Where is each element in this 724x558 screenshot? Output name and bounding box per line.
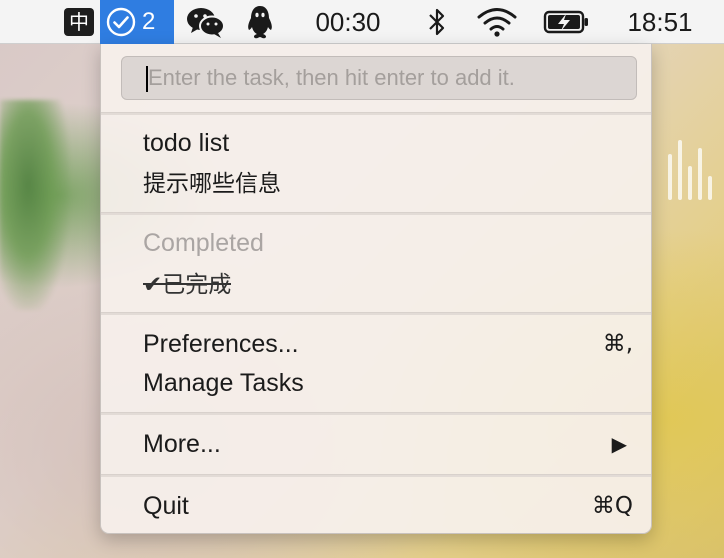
todo-dropdown-menu: todo list 提示哪些信息 Completed ✔已完成 Preferen… [100,44,652,534]
submenu-arrow-icon: ▶ [611,433,627,456]
clock[interactable]: 18:51 [612,0,708,44]
qq-penguin-icon[interactable] [240,0,280,44]
menu-separator [101,474,651,477]
todo-status-item[interactable]: 2 [100,0,174,44]
completed-task-item[interactable]: ✔已完成 [143,263,633,301]
timer-display[interactable]: 00:30 [300,0,396,44]
strikethrough-line [143,282,232,285]
todo-count-badge: 2 [142,8,156,35]
task-input[interactable] [122,57,636,99]
preferences-shortcut: ⌘, [602,331,633,357]
quit-shortcut: ⌘Q [591,493,633,519]
bluetooth-icon[interactable] [420,0,454,44]
completed-header: Completed [143,228,264,257]
checkmark-icon: ✔ [143,272,163,298]
menu-separator [101,312,651,315]
wallpaper-decoration [664,130,724,200]
todo-check-icon [106,7,136,37]
text-caret [146,66,148,92]
battery-charging-icon[interactable] [540,0,594,44]
menu-separator [101,212,651,215]
todo-list-header: todo list [143,128,230,157]
todo-task-label: 提示哪些信息 [143,171,281,197]
wallpaper-decoration [0,100,70,310]
completed-task-label: ✔已完成 [143,272,232,298]
menu-bar: 中 2 00:30 18:51 [0,0,724,44]
todo-task-item[interactable]: 提示哪些信息 [143,162,633,200]
menu-separator [101,112,651,115]
menu-separator [101,412,651,415]
wechat-icon[interactable] [182,0,230,44]
manage-tasks-menu-item[interactable]: Manage Tasks [143,364,633,402]
input-method-icon[interactable]: 中 [64,8,94,36]
task-input-container [121,56,637,100]
quit-menu-item[interactable]: Quit ⌘Q [143,487,633,525]
preferences-menu-item[interactable]: Preferences... ⌘, [143,325,633,363]
more-menu-item[interactable]: More... ▶ [143,425,633,463]
wifi-icon[interactable] [472,0,522,44]
